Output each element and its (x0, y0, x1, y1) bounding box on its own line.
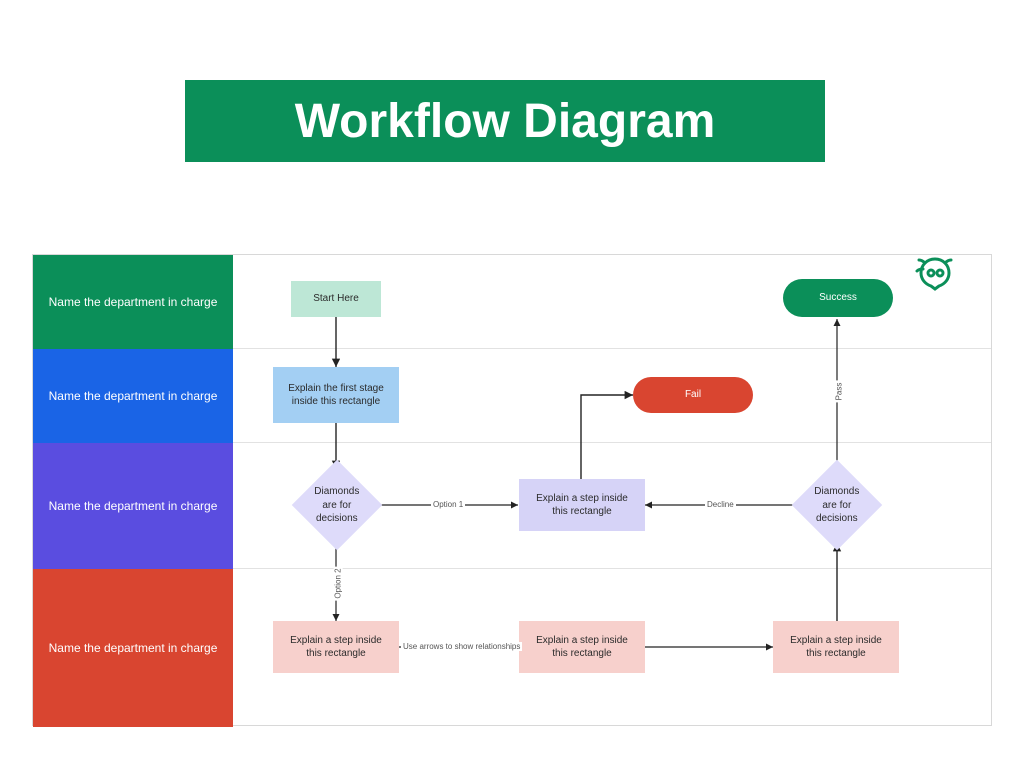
edge-pass-label: Pass (834, 381, 843, 403)
lane-2-header: Name the department in charge (33, 349, 233, 443)
step-pink-2-node: Explain a step inside this rectangle (519, 621, 645, 673)
decision-2-label: Diamonds are for decisions (813, 485, 861, 526)
success-node: Success (783, 279, 893, 317)
start-node: Start Here (291, 281, 381, 317)
edge-option-2-label: Option 2 (334, 566, 343, 600)
edge-arrows-hint-label: Use arrows to show relationships (401, 642, 522, 651)
workflow-canvas: Name the department in charge Name the d… (32, 254, 992, 726)
step-lavender-node: Explain a step inside this rectangle (519, 479, 645, 531)
edge-decline-label: Decline (705, 500, 736, 509)
fail-node: Fail (633, 377, 753, 413)
step-pink-3-node: Explain a step inside this rectangle (773, 621, 899, 673)
edge-option-1-label: Option 1 (431, 500, 465, 509)
stage-1-node: Explain the first stage inside this rect… (273, 367, 399, 423)
lane-4-header: Name the department in charge (33, 569, 233, 727)
lane-3-header: Name the department in charge (33, 443, 233, 569)
celebrate-icon (911, 249, 959, 302)
page-title: Workflow Diagram (185, 80, 825, 162)
decision-1-label: Diamonds are for decisions (313, 485, 361, 526)
lane-1-header: Name the department in charge (33, 255, 233, 349)
step-pink-1-node: Explain a step inside this rectangle (273, 621, 399, 673)
